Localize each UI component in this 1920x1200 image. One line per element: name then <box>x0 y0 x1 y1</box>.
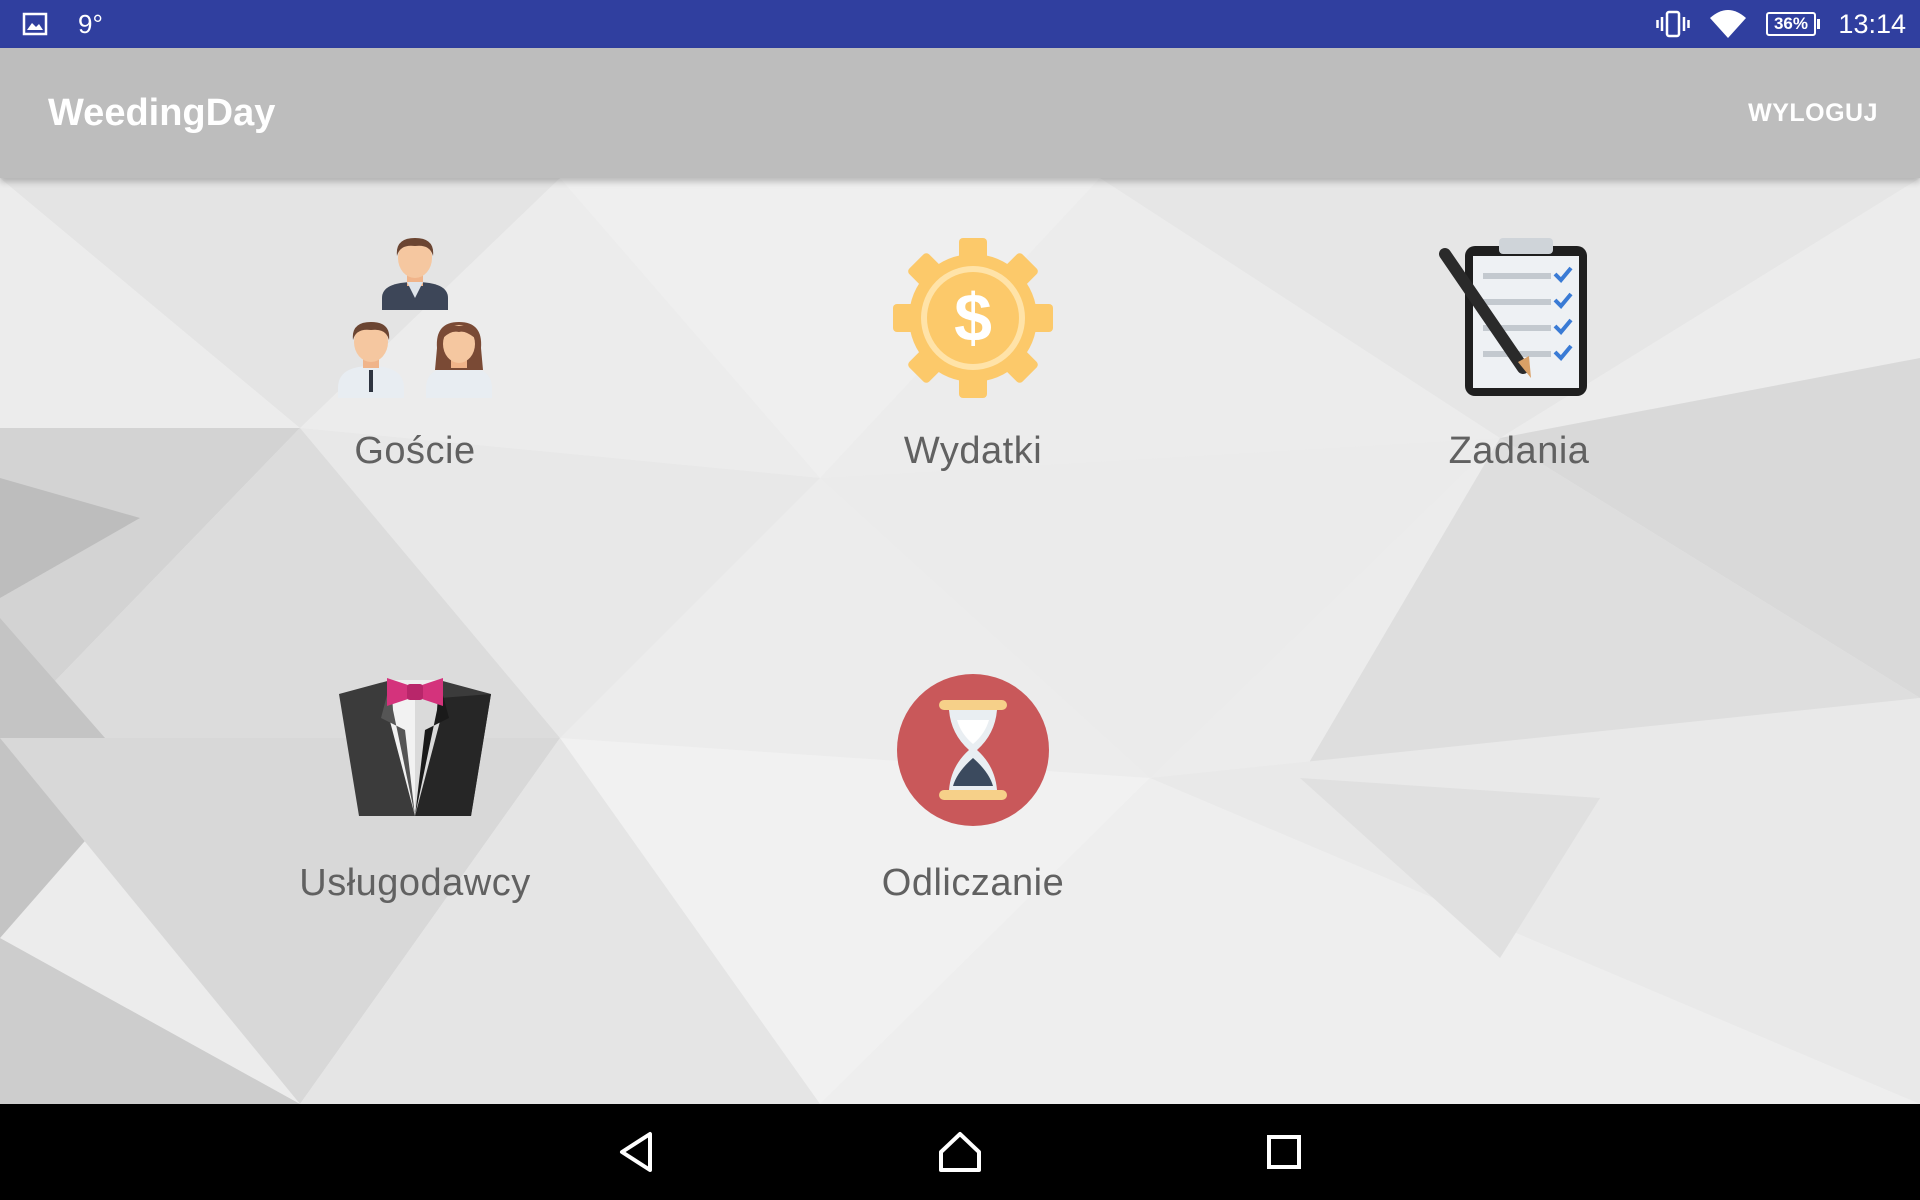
menu-item-expenses[interactable]: $ Wydatki <box>763 238 1183 538</box>
screen: 9° 36% 13:14 WeedingDay WYLOGUJ Goście $… <box>0 0 1920 1200</box>
hourglass-icon <box>893 670 1053 830</box>
status-bar: 9° 36% 13:14 <box>0 0 1920 48</box>
logout-button[interactable]: WYLOGUJ <box>1748 48 1878 178</box>
guests-icon <box>335 238 495 398</box>
menu-item-guests[interactable]: Goście <box>205 238 625 538</box>
vibrate-icon <box>1656 9 1691 39</box>
recents-button[interactable] <box>1254 1122 1314 1182</box>
dashboard: Goście $ Wydatki Zadania Usługodawcy Odl… <box>0 178 1920 1104</box>
navigation-bar <box>0 1104 1920 1200</box>
menu-item-countdown[interactable]: Odliczanie <box>763 670 1183 970</box>
status-bar-right: 36% 13:14 <box>1656 0 1906 48</box>
app-bar: WeedingDay WYLOGUJ <box>0 48 1920 178</box>
battery-body: 36% <box>1766 12 1816 36</box>
temperature-text: 9° <box>78 8 103 39</box>
menu-item-service-providers[interactable]: Usługodawcy <box>205 670 625 970</box>
image-notification-icon <box>22 12 48 36</box>
recents-icon <box>1265 1133 1303 1171</box>
battery-percent: 36% <box>1773 14 1808 33</box>
back-button[interactable] <box>606 1122 666 1182</box>
svg-text:$: $ <box>954 280 992 356</box>
menu-item-label: Wydatki <box>903 430 1043 472</box>
clock: 13:14 <box>1838 8 1906 39</box>
home-button[interactable] <box>930 1122 990 1182</box>
app-title: WeedingDay <box>48 92 276 134</box>
menu-item-label: Goście <box>354 430 476 472</box>
expenses-icon: $ <box>893 238 1053 398</box>
tuxedo-icon <box>335 670 495 830</box>
status-bar-left: 9° <box>22 0 103 48</box>
menu-item-label: Usługodawcy <box>299 862 531 904</box>
back-icon <box>616 1130 656 1174</box>
tasks-icon <box>1439 238 1599 398</box>
menu-item-label: Zadania <box>1448 430 1590 472</box>
home-icon <box>937 1130 983 1174</box>
wifi-icon <box>1708 8 1748 40</box>
menu-item-tasks[interactable]: Zadania <box>1309 238 1729 538</box>
menu-item-label: Odliczanie <box>881 862 1065 904</box>
battery-icon: 36% <box>1766 11 1821 37</box>
battery-nub <box>1816 19 1821 29</box>
